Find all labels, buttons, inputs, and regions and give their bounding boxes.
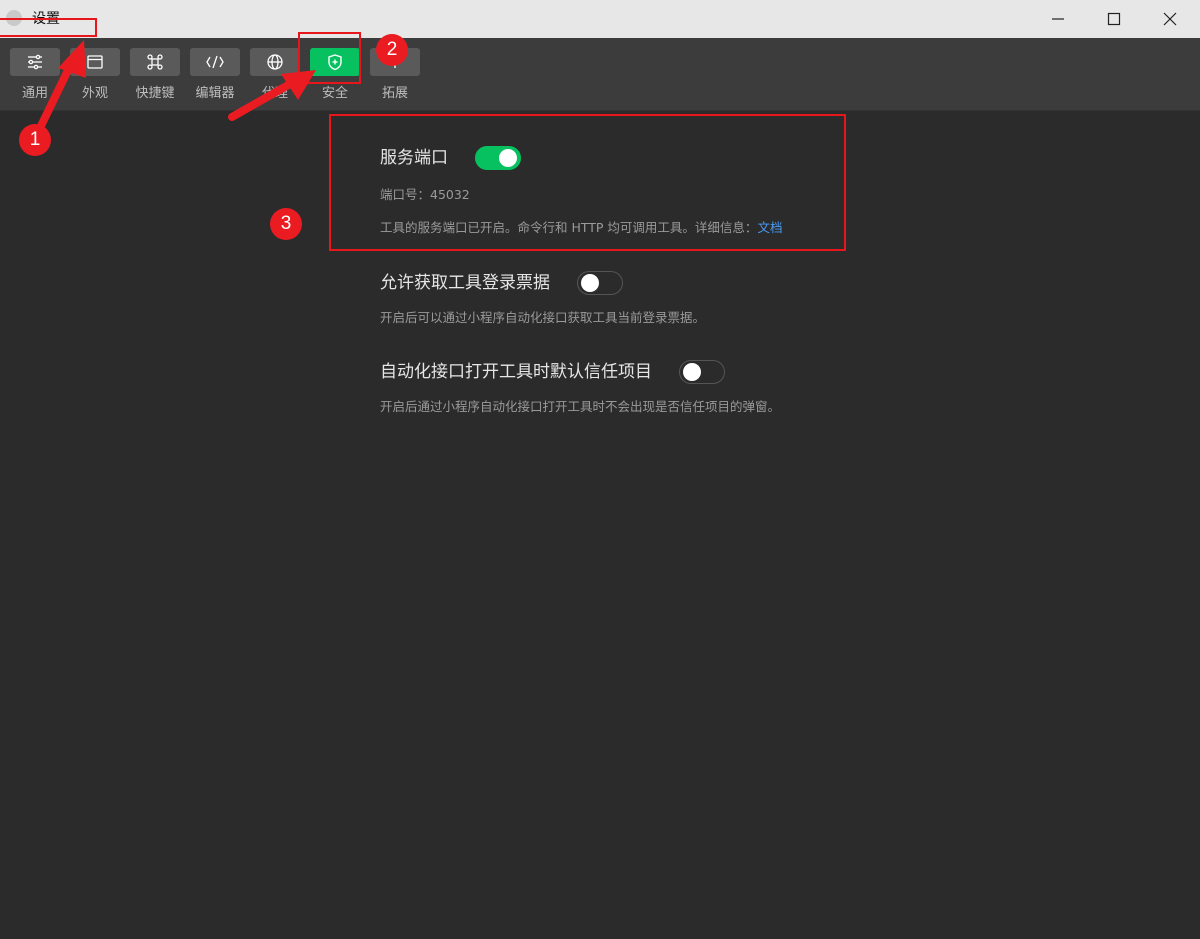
arrow-2 <box>228 70 316 121</box>
annotation-arrows <box>36 40 316 132</box>
annotation-badge-1: 1 <box>19 124 51 156</box>
annotation-badge-3: 3 <box>270 208 302 240</box>
arrow-1 <box>36 40 86 132</box>
annotation-badge-2: 2 <box>376 34 408 66</box>
